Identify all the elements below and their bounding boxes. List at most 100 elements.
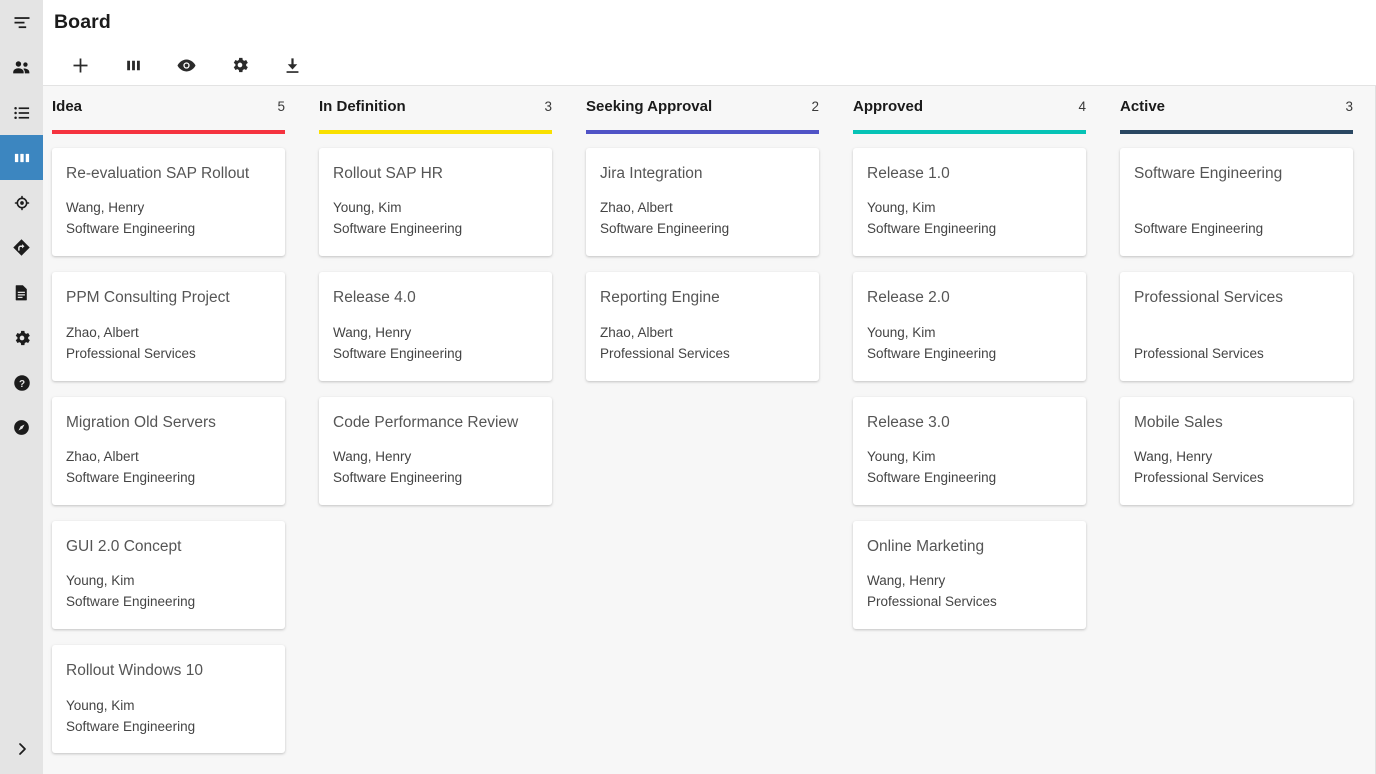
- board-scroll-area[interactable]: Idea 5 Re-evaluation SAP Rollout Wang, Henr…: [43, 86, 1376, 774]
- column-header[interactable]: Active 3: [1111, 86, 1375, 127]
- card-department: Software Engineering: [333, 345, 463, 361]
- board-card[interactable]: Release 1.0 Young, Kim Software Engineerin…: [853, 148, 1086, 257]
- card-title: Software Engineering: [1134, 165, 1283, 182]
- card-assignee: Young, Kim: [867, 448, 936, 464]
- board-card[interactable]: Migration Old Servers Zhao, Albert Softwar…: [52, 396, 285, 505]
- card-assignee: Zhao, Albert: [600, 324, 673, 340]
- card-department: Software Engineering: [867, 469, 997, 485]
- board-card[interactable]: Code Performance Review Wang, Henry Softwa…: [319, 396, 552, 505]
- list-icon: [12, 103, 32, 123]
- board-card[interactable]: Release 3.0 Young, Kim Software Engineerin…: [853, 396, 1086, 505]
- card-department: Software Engineering: [66, 221, 196, 237]
- visibility-button[interactable]: [160, 45, 213, 85]
- add-card-button[interactable]: [54, 45, 107, 85]
- board-card[interactable]: Mobile Sales Wang, Henry Professional Serv…: [1120, 396, 1353, 505]
- columns-button[interactable]: [107, 45, 160, 85]
- card-department: Professional Services: [867, 594, 997, 610]
- board-column: Seeking Approval 2 Jira Integration Zhao, A…: [577, 86, 844, 774]
- card-department: Software Engineering: [333, 469, 463, 485]
- board-card[interactable]: Rollout SAP HR Young, Kim Software Enginee…: [319, 148, 552, 257]
- card-title: Reporting Engine: [600, 289, 720, 307]
- card-title: GUI 2.0 Concept: [66, 537, 182, 555]
- card-title: Release 4.0: [333, 289, 416, 307]
- column-title: Active: [1120, 98, 1166, 115]
- card-department: Software Engineering: [66, 718, 196, 734]
- plus-icon: [70, 55, 91, 76]
- app-root: ? Board Idea 5 Re-evaluation SAP Rollout…: [0, 0, 1376, 774]
- card-assignee: Wang, Henry: [66, 200, 145, 216]
- card-department: Software Engineering: [66, 594, 196, 610]
- card-title: Rollout SAP HR: [333, 165, 443, 182]
- sidebar-item-board[interactable]: [0, 135, 43, 180]
- board-card[interactable]: Rollout Windows 10 Young, Kim Software Eng…: [52, 645, 285, 754]
- board-column: Approved 4 Release 1.0 Young, Kim Software E…: [844, 86, 1111, 774]
- card-meta: Young, Kim Software Engineering: [66, 571, 271, 613]
- card-assignee: Zhao, Albert: [66, 324, 139, 340]
- column-count: 3: [1345, 99, 1353, 114]
- settings-button[interactable]: [213, 45, 266, 85]
- card-department: Software Engineering: [66, 469, 196, 485]
- gear-icon: [12, 328, 32, 348]
- card-meta: Zhao, Albert Professional Services: [66, 323, 271, 365]
- board-card[interactable]: GUI 2.0 Concept Young, Kim Software Engine…: [52, 520, 285, 630]
- card-meta: Zhao, Albert Software Engineering: [600, 198, 805, 240]
- sidebar-expand-button[interactable]: [0, 729, 43, 774]
- column-count: 3: [544, 99, 552, 114]
- card-department: Software Engineering: [333, 221, 463, 237]
- column-header[interactable]: In Definition 3: [310, 86, 577, 127]
- card-meta: Wang, Henry Professional Services: [1134, 447, 1339, 489]
- export-button[interactable]: [266, 45, 319, 85]
- card-title: Online Marketing: [867, 537, 985, 555]
- card-assignee: Zhao, Albert: [66, 448, 139, 464]
- card-title: Re-evaluation SAP Rollout: [66, 165, 250, 182]
- card-department: Software Engineering: [1134, 221, 1264, 237]
- board-card[interactable]: Professional Services Professional Servic…: [1120, 272, 1353, 381]
- sidebar-item-explore[interactable]: [0, 405, 43, 450]
- column-header[interactable]: Idea 5: [43, 86, 310, 127]
- question-circle-icon: ?: [12, 373, 32, 393]
- board-card[interactable]: PPM Consulting Project Zhao, Albert Profes…: [52, 272, 285, 381]
- board-card[interactable]: Release 4.0 Wang, Henry Software Engineeri…: [319, 272, 552, 381]
- column-header[interactable]: Seeking Approval 2: [577, 86, 844, 127]
- board-card[interactable]: Release 2.0 Young, Kim Software Engineerin…: [853, 272, 1086, 381]
- board-card[interactable]: Software Engineering Software Engineering: [1120, 148, 1353, 257]
- sidebar-item-help[interactable]: ?: [0, 360, 43, 405]
- board-column: Idea 5 Re-evaluation SAP Rollout Wang, Henr…: [43, 86, 310, 774]
- card-meta: Young, Kim Software Engineering: [333, 198, 538, 240]
- card-meta: Zhao, Albert Software Engineering: [66, 447, 271, 489]
- card-title: Release 3.0: [867, 413, 950, 431]
- toolbar: [43, 45, 1376, 86]
- column-header[interactable]: Approved 4: [844, 86, 1111, 127]
- card-meta: Young, Kim Software Engineering: [867, 447, 1072, 489]
- target-icon: [12, 193, 32, 213]
- card-assignee: Young, Kim: [333, 200, 402, 216]
- card-title: Rollout Windows 10: [66, 662, 203, 680]
- sidebar-item-list[interactable]: [0, 90, 43, 135]
- sidebar-item-menu-collapse[interactable]: [0, 0, 43, 45]
- card-department: Professional Services: [1134, 469, 1264, 485]
- card-assignee: Young, Kim: [867, 200, 936, 216]
- card-assignee: Young, Kim: [867, 324, 936, 340]
- card-meta: Wang, Henry Software Engineering: [333, 323, 538, 365]
- card-assignee: Wang, Henry: [1134, 448, 1213, 464]
- menu-align-icon: [12, 13, 32, 33]
- card-meta: Software Engineering: [1134, 198, 1339, 240]
- sidebar-item-target[interactable]: [0, 180, 43, 225]
- card-title: Mobile Sales: [1134, 413, 1223, 431]
- sidebar-item-route[interactable]: [0, 225, 43, 270]
- board-card[interactable]: Online Marketing Wang, Henry Professional …: [853, 520, 1086, 630]
- column-card-list: Jira Integration Zhao, Albert Software Eng…: [577, 134, 844, 391]
- svg-text:?: ?: [18, 378, 24, 389]
- board-card[interactable]: Reporting Engine Zhao, Albert Professional…: [586, 272, 819, 381]
- chevron-right-icon: [14, 741, 30, 762]
- sidebar-item-documents[interactable]: [0, 270, 43, 315]
- board-card[interactable]: Jira Integration Zhao, Albert Software Eng…: [586, 148, 819, 257]
- sidebar-item-settings[interactable]: [0, 315, 43, 360]
- board-card[interactable]: Re-evaluation SAP Rollout Wang, Henry Soft…: [52, 148, 285, 257]
- column-count: 5: [277, 99, 285, 114]
- card-meta: Young, Kim Software Engineering: [867, 323, 1072, 365]
- sidebar-item-people[interactable]: [0, 45, 43, 90]
- card-assignee: Wang, Henry: [867, 573, 946, 589]
- column-card-list: Software Engineering Software Engineering…: [1111, 134, 1375, 515]
- card-department: Professional Services: [600, 345, 730, 361]
